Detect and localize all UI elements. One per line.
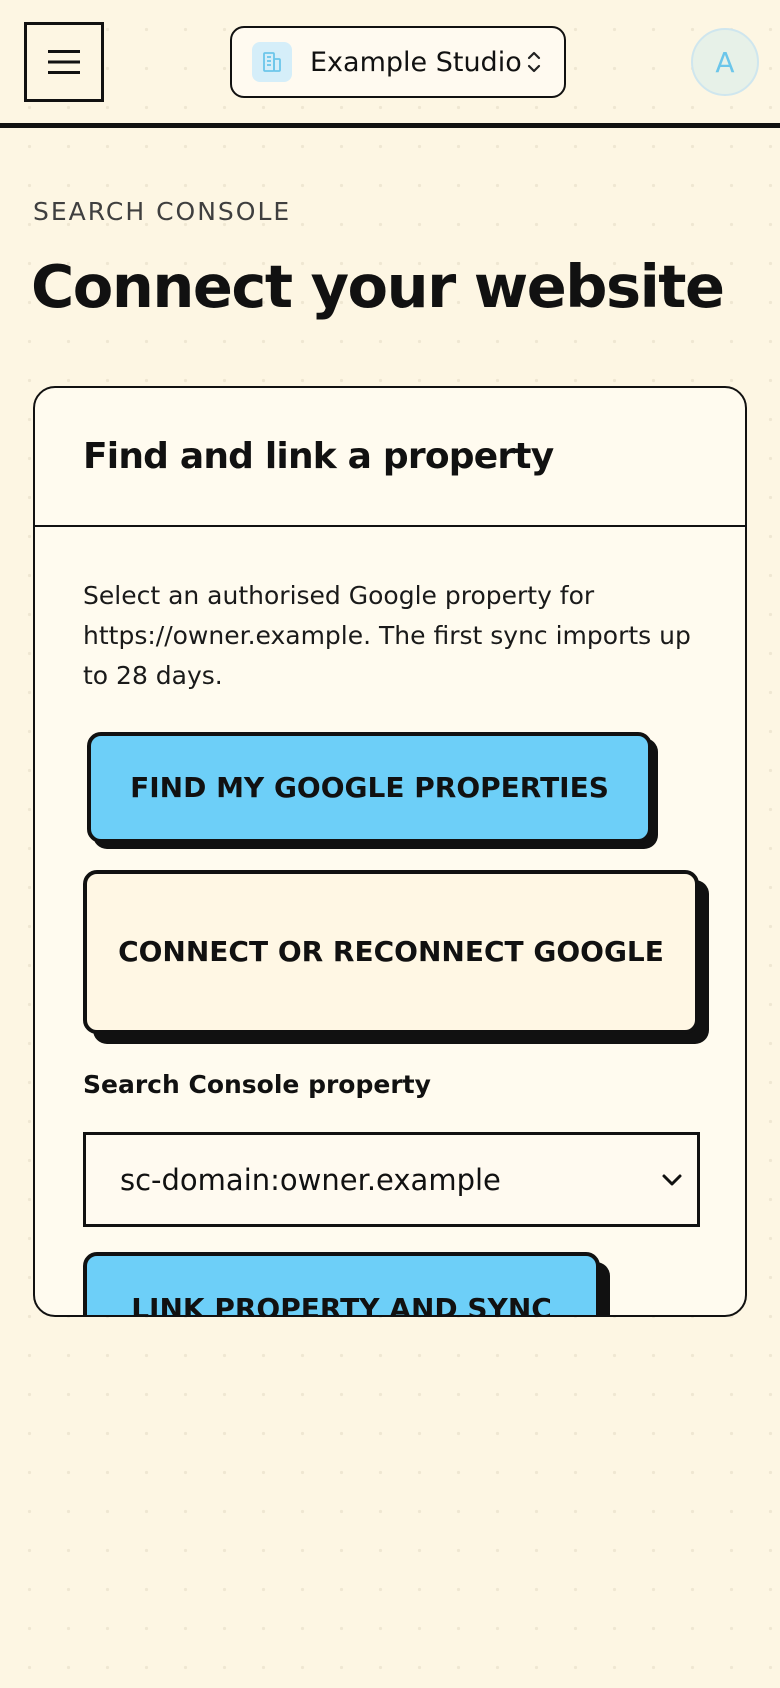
chevron-down-icon: [662, 1174, 682, 1185]
card-header: Find and link a property: [35, 388, 745, 527]
org-name: Example Studio: [310, 46, 522, 78]
property-field-label: Search Console property: [83, 1070, 431, 1099]
hamburger-menu-icon: [48, 50, 80, 74]
card-title: Find and link a property: [83, 436, 554, 477]
menu-button[interactable]: [24, 22, 104, 102]
link-property-sync-button[interactable]: LINK PROPERTY AND SYNC: [83, 1252, 600, 1315]
link-property-card: Find and link a property Select an autho…: [33, 386, 747, 1317]
chevron-up-down-icon: [527, 51, 541, 73]
find-properties-button[interactable]: FIND MY GOOGLE PROPERTIES: [87, 732, 652, 843]
property-select-value: sc-domain:owner.example: [120, 1162, 501, 1197]
page-title: Connect your website: [31, 252, 725, 321]
connect-google-button[interactable]: CONNECT OR RECONNECT GOOGLE: [83, 870, 699, 1034]
card-description: Select an authorised Google property for…: [83, 581, 691, 690]
org-switcher[interactable]: Example Studio: [230, 26, 566, 98]
top-bar: Example Studio A: [0, 0, 780, 128]
building-icon: [252, 42, 292, 82]
page-eyebrow: SEARCH CONSOLE: [33, 197, 292, 226]
user-avatar[interactable]: A: [691, 28, 759, 96]
property-select[interactable]: sc-domain:owner.example: [83, 1132, 700, 1227]
avatar-initial: A: [715, 45, 735, 79]
